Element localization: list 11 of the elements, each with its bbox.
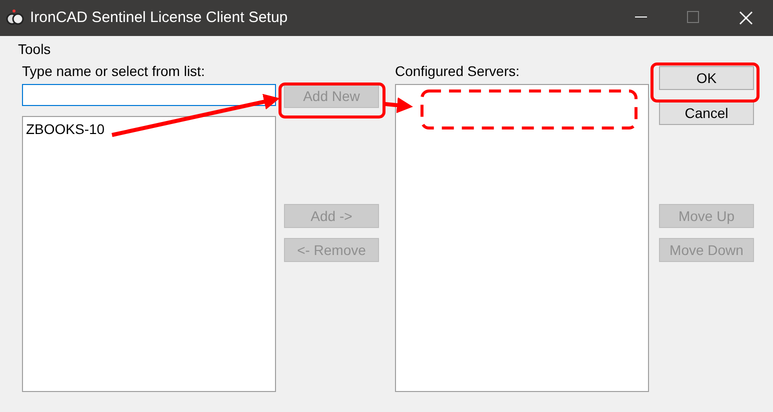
menu-item[interactable]: Tools <box>18 38 51 60</box>
dialog-button[interactable]: Cancel <box>659 101 754 125</box>
app-icon <box>6 9 24 27</box>
field-label: Type name or select from list: <box>22 64 206 78</box>
close-icon[interactable] <box>739 11 753 25</box>
dialog-button[interactable]: OK <box>659 66 754 90</box>
list-label: Configured Servers: <box>395 64 521 78</box>
list-item[interactable]: ZBOOKS-10 <box>25 119 106 140</box>
name-input-field[interactable] <box>22 84 276 106</box>
arrow <box>384 97 413 114</box>
window-title: IronCAD Sentinel License Client Setup <box>30 8 288 28</box>
